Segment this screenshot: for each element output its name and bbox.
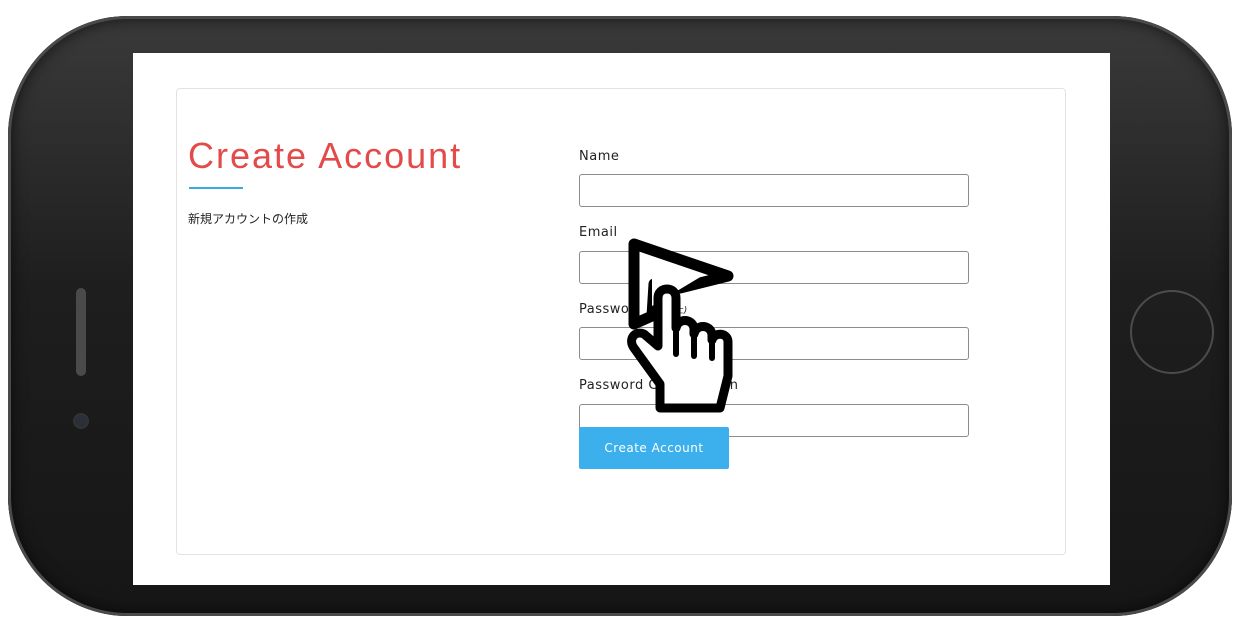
phone-screen: Create Account 新規アカウントの作成 Name Email Pas…	[133, 53, 1110, 585]
camera-icon	[75, 415, 87, 427]
email-label: Email	[579, 225, 618, 240]
name-label: Name	[579, 149, 620, 164]
page-title: Create Account	[188, 135, 463, 176]
password-label-note: 文字以上)	[645, 306, 688, 316]
phone-speaker	[76, 288, 86, 376]
create-account-button[interactable]: Create Account	[579, 427, 729, 469]
name-input[interactable]	[579, 174, 969, 207]
password-confirmation-label: Password Confirmation	[579, 378, 739, 393]
email-input[interactable]	[579, 251, 969, 284]
password-label: Password 文字以上)	[579, 302, 688, 317]
password-input[interactable]	[579, 327, 969, 360]
phone-home-button[interactable]	[1130, 290, 1214, 374]
password-label-text: Password	[579, 302, 644, 317]
page-subtitle: 新規アカウントの作成	[188, 212, 309, 226]
title-underline	[189, 187, 243, 189]
